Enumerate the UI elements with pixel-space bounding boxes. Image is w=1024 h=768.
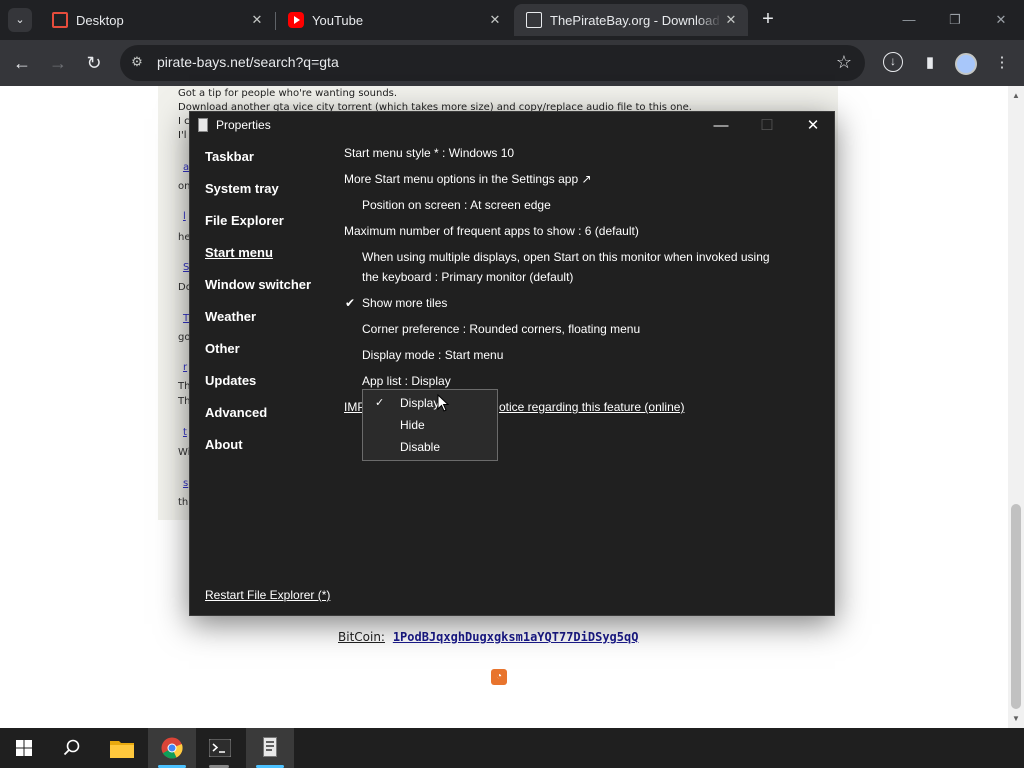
dropdown-item-display[interactable]: Display xyxy=(400,396,439,410)
close-window-button[interactable]: ✕ xyxy=(978,0,1024,40)
nav-updates[interactable]: Updates xyxy=(205,373,256,388)
app-icon xyxy=(198,118,208,132)
option-display-mode[interactable]: Display mode : Start menu xyxy=(362,348,503,362)
piratebay-icon xyxy=(526,12,542,28)
tab-youtube[interactable]: YouTube ✕ xyxy=(276,4,512,36)
start-button[interactable] xyxy=(0,728,48,768)
option-show-more-tiles[interactable]: Show more tiles xyxy=(362,296,447,310)
bitcoin-line: BitCoin: 1PodBJqxghDugxgksm1aYQT77DiDSyg… xyxy=(338,630,638,644)
mouse-cursor-icon xyxy=(437,394,449,412)
scroll-down-icon[interactable]: ▼ xyxy=(1011,714,1021,724)
forward-icon[interactable]: → xyxy=(45,50,71,76)
windows-icon xyxy=(16,740,32,756)
option-corner-preference[interactable]: Corner preference : Rounded corners, flo… xyxy=(362,322,640,336)
site-info-icon[interactable]: ⚙ xyxy=(128,53,146,71)
chrome-taskbar-button[interactable] xyxy=(148,728,196,768)
option-max-frequent[interactable]: Maximum number of frequent apps to show … xyxy=(344,224,639,238)
search-button[interactable] xyxy=(48,728,96,768)
side-panel-icon[interactable]: ▮ xyxy=(919,52,941,74)
dialog-title: Properties xyxy=(216,118,271,132)
tab-title: ThePirateBay.org - Download music, movie… xyxy=(550,12,722,28)
nav-advanced[interactable]: Advanced xyxy=(205,405,267,420)
minimize-button[interactable]: — xyxy=(886,0,932,40)
dropdown-item-disable[interactable]: Disable xyxy=(400,440,440,454)
close-icon[interactable]: ✕ xyxy=(722,12,740,28)
option-position[interactable]: Position on screen : At screen edge xyxy=(362,198,551,212)
bitcoin-label[interactable]: BitCoin: xyxy=(338,630,385,644)
option-multi-display[interactable]: When using multiple displays, open Start… xyxy=(362,247,782,287)
nav-start-menu[interactable]: Start menu xyxy=(205,245,273,260)
comment-author-link[interactable]: s xyxy=(183,478,188,489)
download-icon[interactable]: ↓ xyxy=(883,52,903,72)
scroll-up-icon[interactable]: ▲ xyxy=(1011,91,1021,101)
option-start-menu-style[interactable]: Start menu style * : Windows 10 xyxy=(344,146,514,160)
comment-author-link[interactable]: r xyxy=(183,362,187,373)
terminal-icon xyxy=(209,739,231,757)
tab-search-button[interactable]: ⌄ xyxy=(8,8,32,32)
checkmark-icon: ✓ xyxy=(375,397,385,409)
dropdown-item-hide[interactable]: Hide xyxy=(400,418,425,432)
comment-author-link[interactable]: t xyxy=(183,427,187,438)
checkmark-icon: ✔ xyxy=(345,296,356,310)
desktop-icon xyxy=(52,12,68,28)
comment-text: Got a tip for people who're wanting soun… xyxy=(178,88,398,99)
chrome-icon xyxy=(161,737,183,759)
comment-text: I'l xyxy=(178,130,187,141)
comment-text: th xyxy=(178,497,189,508)
nav-other[interactable]: Other xyxy=(205,341,240,356)
profile-avatar[interactable] xyxy=(955,53,977,75)
close-icon[interactable]: ✕ xyxy=(486,12,504,28)
nav-file-explorer[interactable]: File Explorer xyxy=(205,213,284,228)
tab-title: Desktop xyxy=(76,12,124,28)
url-text[interactable]: pirate-bays.net/search?q=gta xyxy=(157,54,339,70)
comment-text: I c xyxy=(178,116,190,127)
option-app-list[interactable]: App list : Display xyxy=(362,374,451,388)
comment-author-link[interactable]: l xyxy=(183,211,186,222)
restore-button[interactable]: ❐ xyxy=(932,0,978,40)
tab-piratebay[interactable]: ThePirateBay.org - Download music, movie… xyxy=(514,4,748,36)
nav-taskbar[interactable]: Taskbar xyxy=(205,149,254,164)
search-icon xyxy=(63,739,80,756)
menu-icon[interactable]: ⋮ xyxy=(991,52,1013,74)
nav-weather[interactable]: Weather xyxy=(205,309,256,324)
nav-system-tray[interactable]: System tray xyxy=(205,181,279,196)
close-icon[interactable]: ✕ xyxy=(248,12,266,28)
terminal-taskbar-button[interactable] xyxy=(196,728,244,768)
tab-desktop[interactable]: Desktop ✕ xyxy=(40,4,274,36)
nav-about[interactable]: About xyxy=(205,437,243,452)
youtube-icon xyxy=(288,12,304,28)
bookmark-star-icon[interactable]: ☆ xyxy=(834,52,854,72)
reload-icon[interactable]: ↻ xyxy=(81,50,107,76)
file-explorer-taskbar-button[interactable] xyxy=(98,728,146,768)
folder-icon xyxy=(110,741,134,758)
option-more-settings-link[interactable]: More Start menu options in the Settings … xyxy=(344,172,592,186)
back-icon[interactable]: ← xyxy=(9,50,35,76)
restart-explorer-link[interactable]: Restart File Explorer (*) xyxy=(205,588,330,602)
dialog-maximize-button[interactable]: ☐ xyxy=(744,112,790,140)
important-notice-link-end[interactable]: otice regarding this feature (online) xyxy=(499,400,684,414)
rss-icon[interactable]: ◔ xyxy=(491,669,507,685)
tab-title: YouTube xyxy=(312,12,364,28)
bitcoin-address-link[interactable]: 1PodBJqxghDugxgksm1aYQT77DiDSyg5qQ xyxy=(393,630,639,644)
dialog-minimize-button[interactable]: — xyxy=(698,112,744,140)
dialog-close-button[interactable]: ✕ xyxy=(790,112,836,140)
scroll-thumb[interactable] xyxy=(1011,504,1021,709)
properties-taskbar-button[interactable] xyxy=(246,728,294,768)
properties-app-icon xyxy=(263,737,277,757)
app-list-dropdown: ✓ Display Hide Disable xyxy=(362,389,498,461)
new-tab-button[interactable]: + xyxy=(756,8,780,32)
properties-dialog: Properties — ☐ ✕ Taskbar System tray Fil… xyxy=(189,111,835,616)
nav-window-switcher[interactable]: Window switcher xyxy=(205,277,311,292)
